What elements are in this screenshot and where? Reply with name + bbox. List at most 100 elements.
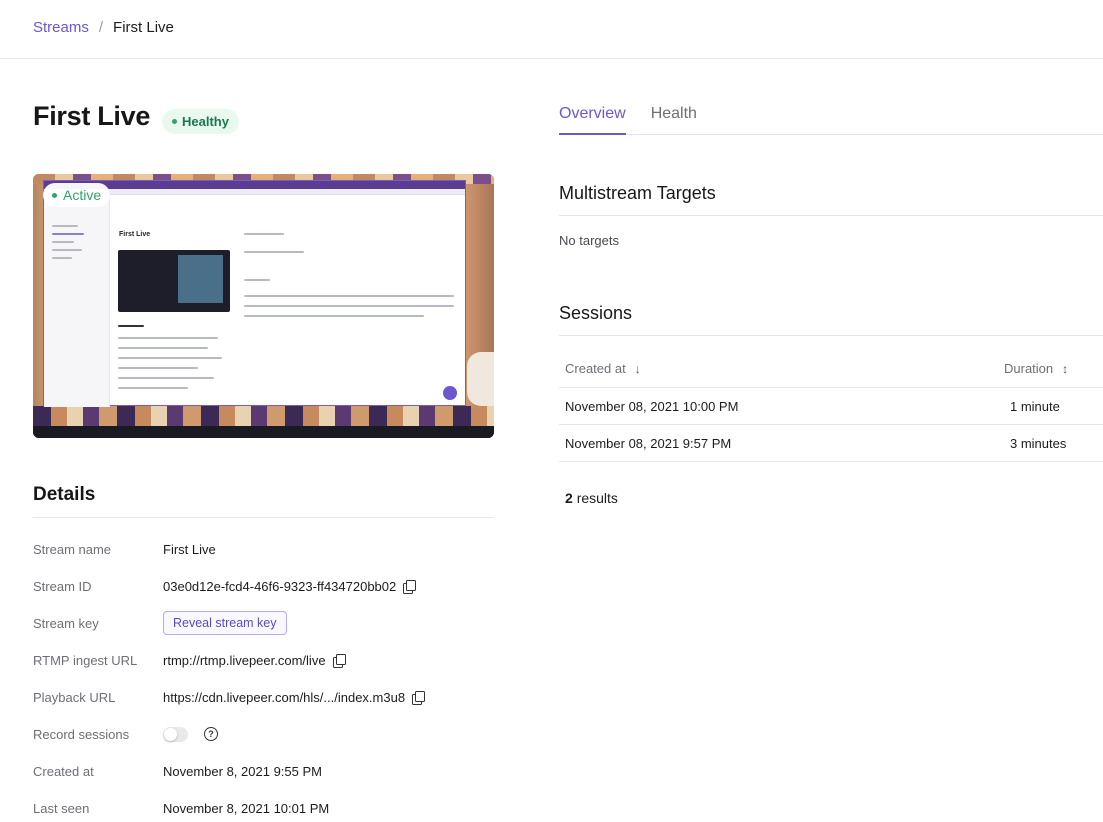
column-duration[interactable]: Duration ↕ [1004,361,1068,376]
preview-chat-icon [443,386,457,400]
tab-health[interactable]: Health [651,98,697,135]
preview-line [118,325,144,327]
column-label: Duration [1004,361,1054,376]
preview-taskbar [33,426,494,438]
preview-line [118,367,198,369]
sessions-divider [559,335,1103,336]
detail-row-stream-key: Stream key Reveal stream key [33,611,494,635]
multistream-empty-text: No targets [559,233,619,248]
preview-line [244,295,454,297]
preview-line [244,233,284,235]
detail-row-stream-name: Stream name First Live [33,539,494,559]
results-count: 2 results [565,490,618,506]
breadcrumb-streams-link[interactable]: Streams [33,19,89,36]
detail-value: First Live [163,541,216,557]
help-icon[interactable]: ? [204,727,218,741]
breadcrumb: Streams / First Live [33,19,174,36]
cell-duration: 1 minute [1010,398,1060,414]
copy-icon[interactable] [412,690,426,705]
detail-value-wrap: ? [163,726,218,742]
detail-label: Last seen [33,800,90,816]
top-bar: Streams / First Live [0,0,1103,59]
details-divider [33,517,494,518]
detail-label: RTMP ingest URL [33,652,138,668]
column-label: Created at [565,361,626,376]
preview-captured-window: First Live [43,180,466,407]
preview-mini-video [118,250,230,312]
preview-line [244,315,424,317]
detail-row-created-at: Created at November 8, 2021 9:55 PM [33,761,494,781]
preview-line [244,251,304,253]
results-label: results [576,490,618,506]
detail-value-wrap: rtmp://rtmp.livepeer.com/live [163,652,346,668]
live-dot-icon [52,192,57,198]
detail-row-last-seen: Last seen November 8, 2021 10:01 PM [33,798,494,818]
cell-duration: 3 minutes [1010,435,1067,451]
results-number: 2 [565,490,573,506]
detail-row-playback-url: Playback URL https://cdn.livepeer.com/hl… [33,687,494,707]
playback-url-value: https://cdn.livepeer.com/hls/.../index.m… [163,689,406,705]
tab-overview[interactable]: Overview [559,98,626,135]
breadcrumb-separator: / [98,19,104,36]
details-heading: Details [33,484,96,505]
toggle-knob [164,727,177,741]
reveal-stream-key-button[interactable]: Reveal stream key [163,611,287,635]
detail-value: November 8, 2021 9:55 PM [163,763,322,779]
detail-label: Created at [33,763,94,779]
preview-status-label: Active [63,187,102,203]
preview-line [244,279,270,281]
detail-label: Stream key [33,615,99,631]
record-sessions-toggle[interactable] [163,726,188,742]
preview-line [118,337,218,339]
page-title: First Live [33,101,151,131]
detail-value-wrap: Reveal stream key [163,611,287,635]
preview-line [52,233,84,235]
rtmp-url-value: rtmp://rtmp.livepeer.com/live [163,652,326,668]
table-row[interactable]: November 08, 2021 10:00 PM 1 minute [559,388,1103,425]
preview-line [52,257,72,259]
sessions-heading: Sessions [559,303,633,323]
detail-label: Stream ID [33,578,92,594]
detail-label: Stream name [33,541,112,557]
preview-line [118,347,208,349]
stream-id-value: 03e0d12e-fcd4-46f6-9323-ff434720bb02 [163,578,397,594]
multistream-divider [559,215,1103,216]
column-created-at[interactable]: Created at ↓ [559,361,1004,376]
preview-mini-title: First Live [119,231,151,238]
detail-label: Playback URL [33,689,116,705]
table-row[interactable]: November 08, 2021 9:57 PM 3 minutes [559,425,1103,462]
detail-value-wrap: https://cdn.livepeer.com/hls/.../index.m… [163,689,426,705]
sessions-table: Created at ↓ Duration ↕ November 08, 202… [559,350,1103,462]
detail-label: Record sessions [33,726,130,742]
preview-window-sidebar [44,195,110,407]
cell-created-at: November 08, 2021 9:57 PM [565,435,732,451]
stream-preview[interactable]: First Live Active [33,174,494,438]
preview-line [52,241,74,243]
preview-mini-sub [178,255,223,303]
status-dot-icon [172,119,177,124]
multistream-heading: Multistream Targets [559,183,716,203]
preview-line [118,387,188,389]
health-badge-label: Healthy [182,114,229,129]
preview-line [118,357,222,359]
sort-icon[interactable]: ↕ [1062,362,1068,376]
copy-icon[interactable] [332,653,346,668]
detail-value-wrap: 03e0d12e-fcd4-46f6-9323-ff434720bb02 [163,578,417,594]
table-header: Created at ↓ Duration ↕ [559,350,1103,388]
preview-line [118,377,214,379]
cell-created-at: November 08, 2021 10:00 PM [565,398,739,414]
preview-line [244,305,454,307]
detail-value: November 8, 2021 10:01 PM [163,800,330,816]
copy-icon[interactable] [403,579,417,594]
tab-bar: Overview Health [559,98,1103,135]
preview-collage-bottom [33,406,494,426]
preview-line [52,249,82,251]
breadcrumb-current: First Live [113,19,174,36]
preview-line [52,225,78,227]
detail-row-stream-id: Stream ID 03e0d12e-fcd4-46f6-9323-ff4347… [33,576,494,596]
detail-row-record-sessions: Record sessions ? [33,724,494,744]
preview-webcam-overlay [467,352,494,406]
preview-status-pill: Active [43,183,111,207]
sort-down-icon[interactable]: ↓ [635,362,641,376]
detail-row-rtmp-url: RTMP ingest URL rtmp://rtmp.livepeer.com… [33,650,494,670]
